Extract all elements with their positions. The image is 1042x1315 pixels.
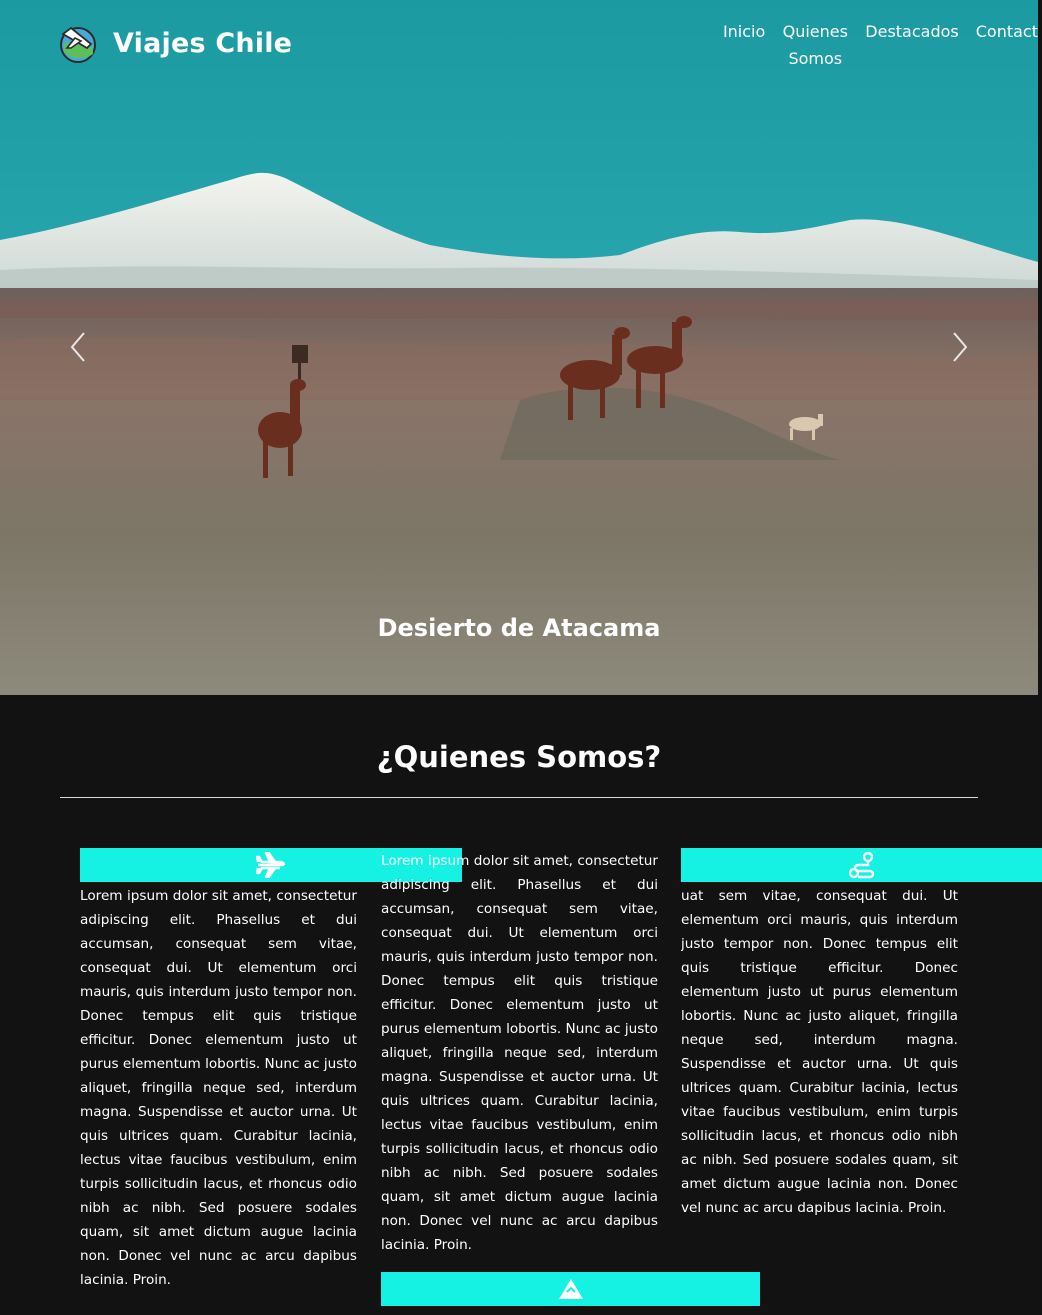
route-icon [848, 851, 874, 879]
about-text-1: Lorem ipsum dolor sit amet, consectetur … [80, 888, 357, 1288]
nav-contact[interactable]: Contact [976, 18, 1038, 45]
chevron-left-icon [70, 332, 85, 362]
divider [60, 797, 978, 798]
section-title: ¿Quienes Somos? [376, 740, 662, 774]
carousel-prev-button[interactable] [64, 330, 94, 364]
carousel-next-button[interactable] [944, 330, 974, 364]
feature-bar-3 [681, 848, 1042, 882]
mountain-icon [558, 1279, 583, 1299]
chevron-right-icon [953, 332, 968, 362]
plane-icon [256, 852, 286, 878]
about-text-3: uat sem vitae, consequat dui. Ut element… [681, 888, 958, 1216]
main-nav: Inicio Quienes Somos Destacados Contact [706, 18, 1038, 72]
nav-destacados[interactable]: Destacados [865, 18, 958, 45]
nav-inicio[interactable]: Inicio [723, 18, 765, 45]
brand-title: Viajes Chile [113, 27, 293, 59]
hero-carousel: Viajes Chile Inicio Quienes Somos Destac… [0, 0, 1038, 695]
nav-quienes-somos[interactable]: Quienes Somos [782, 18, 848, 72]
about-text-2: Lorem ipsum dolor sit amet, consectetur … [381, 853, 658, 1253]
feature-bar-2 [381, 1272, 760, 1306]
carousel-caption: Desierto de Atacama [377, 614, 661, 642]
globe-plane-icon [60, 26, 96, 63]
brand[interactable]: Viajes Chile [57, 22, 292, 64]
carousel-image [0, 0, 1038, 695]
